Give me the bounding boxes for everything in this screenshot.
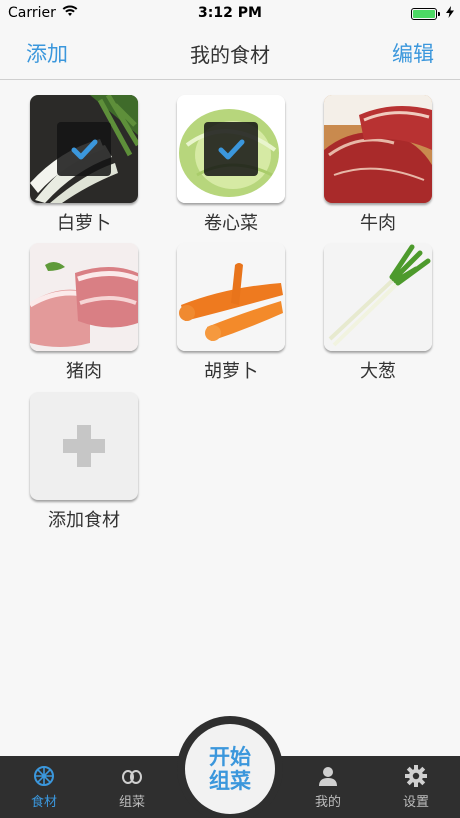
add-ingredient-button[interactable]	[30, 392, 138, 500]
ingredient-item[interactable]: 牛肉	[324, 95, 432, 235]
ingredient-label: 大葱	[360, 361, 396, 382]
ingredient-item[interactable]: 猪肉	[30, 243, 138, 383]
person-icon	[288, 764, 368, 788]
add-ingredient-label: 添加食材	[48, 510, 120, 531]
tab-settings[interactable]: 设置	[376, 764, 456, 810]
start-combo-label: 开始组菜	[209, 745, 251, 793]
tab-food[interactable]: 食材	[4, 764, 84, 810]
ingredient-image-beef	[324, 95, 432, 203]
page-title: 我的食材	[190, 43, 270, 67]
add-ingredient-item[interactable]: 添加食材	[30, 392, 138, 532]
start-combo-button-wrapper: 开始组菜	[177, 716, 283, 818]
tab-label: 我的	[314, 795, 341, 810]
status-time: 3:12 PM	[198, 5, 262, 21]
start-combo-button[interactable]: 开始组菜	[185, 724, 275, 814]
ingredient-label: 牛肉	[360, 213, 396, 234]
ingredient-image-white-radish	[30, 95, 138, 203]
ingredient-item[interactable]: 卷心菜	[177, 95, 285, 235]
ingredient-image-scallion	[324, 243, 432, 351]
edit-button[interactable]: 编辑	[392, 38, 434, 68]
tab-label: 食材	[30, 795, 57, 810]
ingredient-label: 白萝卜	[57, 213, 111, 234]
ingredient-item[interactable]: 白萝卜	[30, 95, 138, 235]
tab-combo[interactable]: 组菜	[92, 764, 172, 810]
gear-icon	[376, 764, 456, 788]
food-icon	[4, 764, 84, 788]
tab-label: 组菜	[118, 795, 145, 810]
ingredient-label: 猪肉	[66, 361, 102, 382]
ingredient-item[interactable]: 胡萝卜	[177, 243, 285, 383]
ingredient-label: 胡萝卜	[204, 361, 258, 382]
nav-bar: 添加 我的食材 编辑	[0, 26, 460, 80]
ingredient-label: 卷心菜	[204, 213, 258, 234]
ingredient-item[interactable]: 大葱	[324, 243, 432, 383]
status-bar: Carrier 3:12 PM	[0, 0, 460, 26]
plus-icon	[63, 425, 105, 467]
combo-icon	[92, 764, 172, 788]
tab-mine[interactable]: 我的	[288, 764, 368, 810]
tab-label: 设置	[402, 795, 429, 810]
battery-icon	[411, 8, 440, 20]
charging-icon	[446, 6, 454, 22]
ingredient-image-carrot	[177, 243, 285, 351]
ingredient-image-cabbage	[177, 95, 285, 203]
selected-checkmark	[57, 122, 111, 176]
selected-checkmark	[204, 122, 258, 176]
ingredient-image-pork	[30, 243, 138, 351]
